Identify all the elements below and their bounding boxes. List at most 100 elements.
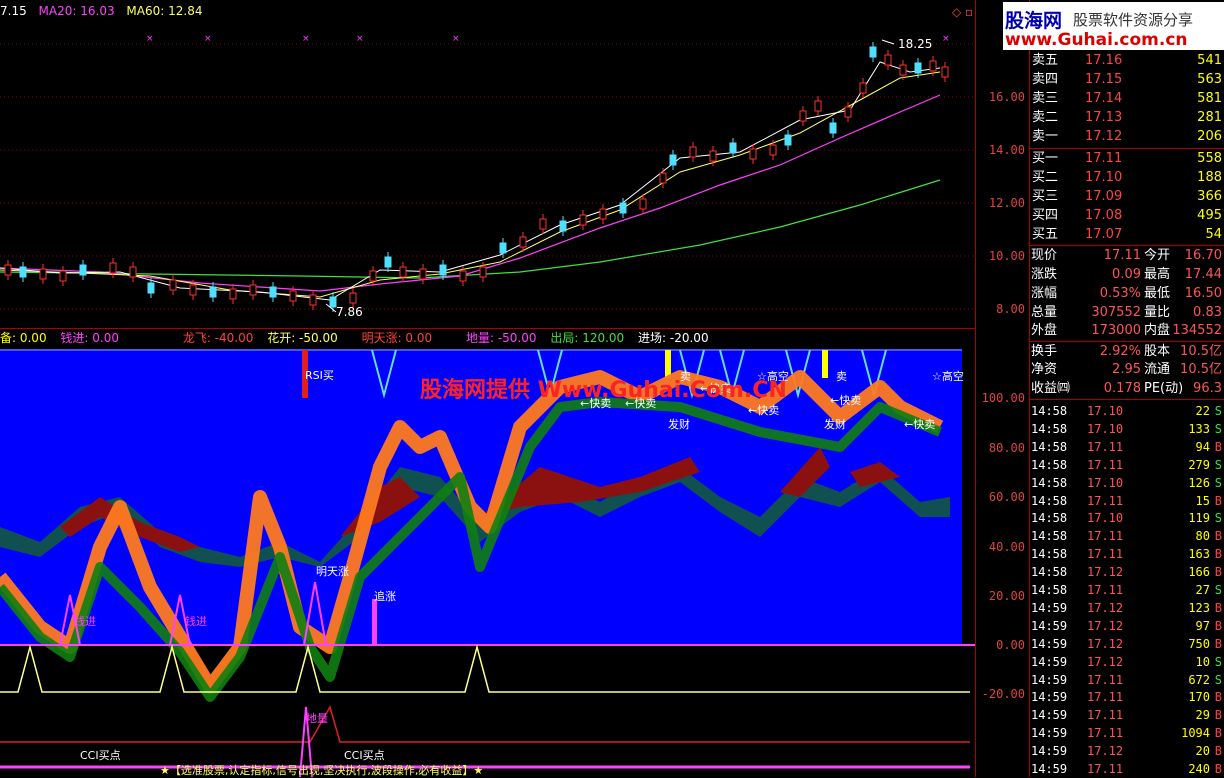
candle <box>659 172 667 184</box>
ask-row-2: 卖二 17.13 281 <box>1032 110 1222 125</box>
fast-sell-label-4: ←快卖 <box>830 394 862 407</box>
svg-text:×: × <box>146 34 154 44</box>
ask-row-1: 卖一 17.12 206 <box>1032 129 1222 144</box>
ask-row-4: 卖四 17.15 563 <box>1032 72 1222 87</box>
candle <box>784 134 792 146</box>
trade-row: 14:58 17.10 133 S <box>1031 421 1222 436</box>
cci-buy-label-2: CCI买点 <box>344 749 385 762</box>
trade-row: 14:58 17.12 166 B <box>1031 565 1222 580</box>
candle <box>399 266 407 278</box>
trade-row: 14:58 17.10 22 S <box>1031 404 1222 418</box>
ind-item-1: 钱进: 0.00 <box>60 331 119 345</box>
candle <box>599 208 607 220</box>
cci-buy-label-1: CCI买点 <box>80 749 121 762</box>
candle <box>639 198 647 210</box>
candle <box>914 62 922 74</box>
candlestick-chart[interactable]: 18.25 7.86 × × × × × × ◇ ▫ <box>0 0 975 329</box>
candle <box>844 106 852 118</box>
candle <box>269 286 277 298</box>
tomorrow-up-label: 明天涨 <box>316 565 349 578</box>
sell-label-2: 卖 <box>836 370 847 383</box>
candle <box>209 286 217 298</box>
svg-text:×: × <box>204 34 212 44</box>
ask-row-3: 卖三 17.14 581 <box>1032 91 1222 106</box>
candle <box>189 284 197 296</box>
svg-text:×: × <box>942 34 950 44</box>
candle <box>941 66 949 78</box>
bid-row-4: 买四 17.08 495 <box>1032 208 1222 223</box>
candle <box>229 288 237 300</box>
ind-item-3: 花开: -50.00 <box>267 331 338 345</box>
bottom-slogan: ★【选准股票,认定指标,信号出现,坚决执行,波段操作,必有收益】★ <box>160 764 484 777</box>
candle <box>619 202 627 214</box>
order-book-area: 卖五 17.16 541 卖四 17.15 563 卖三 17.14 581 卖二 17.13… <box>1029 0 1224 777</box>
ma60-value: MA60: 12.84 <box>126 4 203 18</box>
price-fragment: 7.15 <box>0 4 27 18</box>
candle <box>109 262 117 274</box>
candle <box>459 270 467 282</box>
trade-row: 14:59 17.11 170 B <box>1031 690 1222 705</box>
candle <box>19 266 27 278</box>
ma-legend-bar: 7.15 MA20: 16.03 MA60: 12.84 <box>0 0 975 22</box>
candle <box>669 154 677 166</box>
candle <box>439 264 447 276</box>
candle <box>169 279 177 291</box>
candle <box>709 150 717 162</box>
chase-up-label: 追涨 <box>374 590 396 603</box>
candle <box>147 282 155 294</box>
candle <box>899 64 907 76</box>
trade-row: 14:59 17.12 10 S <box>1031 654 1222 669</box>
ma20-line <box>0 94 941 292</box>
trade-row: 14:58 17.11 94 B <box>1031 439 1222 454</box>
fast-sell-label-5: ←快卖 <box>904 418 936 431</box>
trade-row: 14:58 17.10 119 S <box>1031 511 1222 526</box>
trade-row: 14:58 17.11 80 B <box>1031 529 1222 544</box>
quote-row: 外盘 173000 内盘 134552 <box>1031 323 1222 338</box>
ind-item-5: 地量: -50.00 <box>465 331 537 345</box>
indicator-legend-bar: 备: 0.00 钱进: 0.00 龙飞: -40.00 花开: -50.00 明… <box>0 329 975 347</box>
bid-row-2: 买二 17.10 188 <box>1032 170 1222 185</box>
candle <box>814 100 822 112</box>
ask-row-5: 卖五 17.16 541 <box>1032 53 1222 68</box>
candle <box>479 266 487 278</box>
ma5-line <box>0 61 941 301</box>
bid-row-5: 买五 17.07 54 <box>1032 227 1222 242</box>
candle <box>499 242 507 254</box>
candle <box>929 60 937 72</box>
trade-row: 14:58 17.11 163 B <box>1031 547 1222 562</box>
ind-item-6: 出局: 120.00 <box>550 331 625 345</box>
candle <box>729 142 737 154</box>
candle <box>309 294 317 306</box>
get-rich-label-1: 发财 <box>668 418 690 431</box>
candle <box>79 264 87 276</box>
quote-row: 总量 307552 量比 0.83 <box>1031 305 1222 320</box>
candle <box>539 218 547 230</box>
svg-text:×: × <box>356 34 364 44</box>
money-in-label-1: 钱进 <box>74 615 96 628</box>
candle <box>419 268 427 280</box>
candle <box>289 290 297 302</box>
low-label: 7.86 <box>336 305 363 319</box>
quote-row: 净资 2.95 流通 10.5亿 <box>1031 362 1222 377</box>
trade-row: 14:59 17.12 20 B <box>1031 744 1222 759</box>
high-sell-label-2: ☆高空 <box>932 370 964 383</box>
ind-item-4: 明天涨: 0.00 <box>361 331 433 345</box>
candle <box>579 214 587 226</box>
candle <box>349 292 357 304</box>
candle <box>59 270 67 282</box>
trade-row: 14:58 17.11 15 B <box>1031 493 1222 508</box>
candle <box>519 236 527 248</box>
trade-row: 14:58 17.10 126 S <box>1031 475 1222 490</box>
get-rich-label-2: 发财 <box>824 418 846 431</box>
candle <box>689 146 697 158</box>
candle <box>249 284 257 296</box>
svg-text:×: × <box>452 34 460 44</box>
quote-row: 涨跌 0.09 最高 17.44 <box>1031 267 1222 282</box>
candle <box>39 268 47 280</box>
trade-row: 14:59 17.11 1094 B <box>1031 726 1222 741</box>
money-in-label-2: 钱进 <box>185 615 207 628</box>
candle <box>869 46 877 58</box>
trade-row: 14:59 17.11 29 B <box>1031 708 1222 723</box>
rsi-buy-label: RSI买 <box>305 369 334 382</box>
indicator-chart[interactable] <box>0 347 975 777</box>
